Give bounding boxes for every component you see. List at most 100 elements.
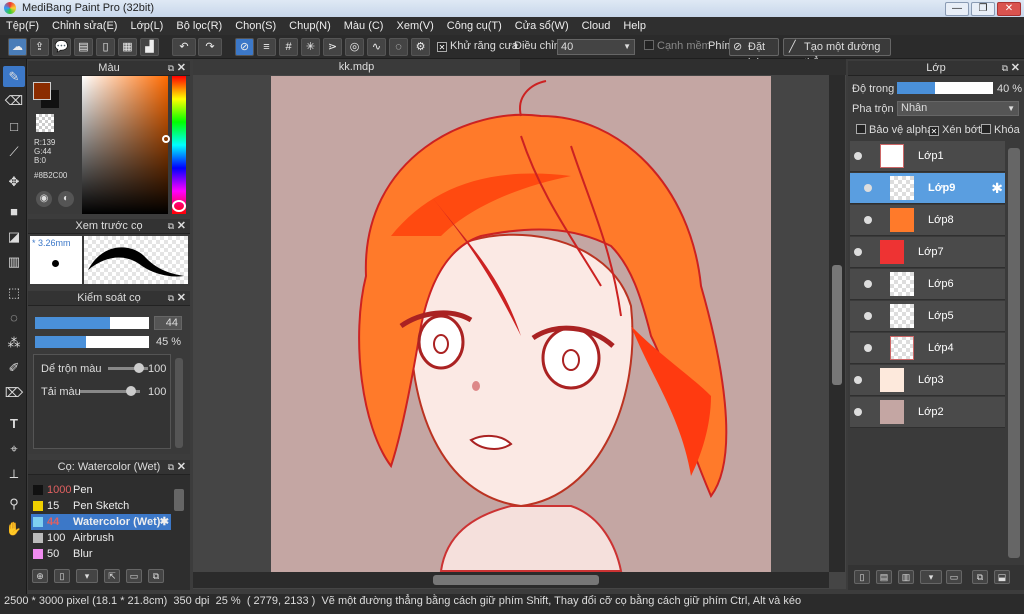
no-snap-icon[interactable]: ⊘ [235, 38, 254, 56]
merge-layer-icon[interactable]: ⬓ [994, 570, 1010, 584]
visibility-eye-icon[interactable] [854, 408, 862, 416]
comment-icon[interactable]: 💬 [52, 38, 71, 56]
brush-new-icon[interactable]: ▯ [54, 569, 70, 583]
layer-folder-icon[interactable]: ▭ [946, 570, 962, 584]
popout-icon[interactable]: ⧉ [168, 291, 174, 306]
select-pen-tool-icon[interactable]: ✐ [3, 357, 25, 378]
brush-folder-icon[interactable]: ▭ [126, 569, 142, 583]
foreground-color-swatch[interactable] [33, 82, 51, 100]
close-icon[interactable]: ✕ [177, 61, 186, 76]
protect-alpha-checkbox[interactable]: Bảo vệ alpha [856, 124, 933, 136]
parallel-snap-icon[interactable]: ≡ [257, 38, 276, 56]
move-tool-icon[interactable]: ✥ [3, 171, 25, 192]
canvas-area[interactable] [193, 59, 846, 589]
visibility-eye-icon[interactable] [854, 152, 862, 160]
popout-icon[interactable]: ⧉ [168, 460, 174, 475]
layer-row[interactable]: Lớp6 [850, 269, 1005, 300]
select-rect-tool-icon[interactable]: ⬚ [3, 282, 25, 303]
operation-tool-icon[interactable]: ⌖ [3, 438, 25, 459]
ellipse-snap-icon[interactable]: ◌ [389, 38, 408, 56]
adjust-dropdown[interactable]: 40 ▼ [557, 39, 635, 55]
horizontal-scrollbar[interactable] [193, 572, 829, 588]
visibility-eye-icon[interactable] [854, 376, 862, 384]
grid-snap-icon[interactable]: # [279, 38, 298, 56]
brush-settings-icon[interactable]: ✱ [160, 514, 169, 530]
visibility-eye-icon[interactable] [864, 216, 872, 224]
transparent-color-swatch[interactable] [36, 114, 54, 132]
reset-button[interactable]: ⊘Đặt lại [729, 38, 779, 69]
layer-list-scrollbar[interactable] [1008, 148, 1020, 558]
saturation-value-picker[interactable] [82, 76, 170, 214]
brush-export-icon[interactable]: ⇱ [104, 569, 120, 583]
menu-cloud[interactable]: Cloud [582, 17, 611, 35]
brush-list-item[interactable]: 1000 Pen [31, 482, 171, 498]
menu-color[interactable]: Màu (C) [344, 17, 384, 35]
new-8bit-layer-icon[interactable]: ▥ [898, 570, 914, 584]
menu-edit[interactable]: Chỉnh sửa(E) [52, 17, 117, 35]
menu-help[interactable]: Help [623, 17, 646, 35]
antialias-checkbox[interactable]: ✕ Khử răng cưa [437, 40, 518, 52]
menu-file[interactable]: Tệp(F) [6, 17, 39, 35]
layer-row[interactable]: Lớp9 ✱ [850, 173, 1005, 204]
drawing-canvas[interactable] [271, 76, 771, 572]
menu-layer[interactable]: Lớp(L) [130, 17, 163, 35]
circle-snap-icon[interactable]: ◎ [345, 38, 364, 56]
hue-slider[interactable] [172, 76, 186, 214]
chat-icon[interactable]: ▤ [74, 38, 93, 56]
close-icon[interactable]: ✕ [177, 219, 186, 234]
color-mix-icon[interactable]: ◐ [58, 191, 74, 207]
layer-row[interactable]: Lớp5 [850, 301, 1005, 332]
layer-row[interactable]: Lớp7 [850, 237, 1005, 268]
share-icon[interactable]: ⇪ [30, 38, 49, 56]
layer-row[interactable]: Lớp4 [850, 333, 1005, 364]
brush-list-item[interactable]: 50 Blur [31, 546, 171, 562]
redo-icon[interactable]: ↷ [198, 38, 222, 56]
fill-rect-tool-icon[interactable]: ■ [3, 201, 25, 222]
close-icon[interactable]: ✕ [177, 460, 186, 475]
radial-snap-icon[interactable]: ✳ [301, 38, 320, 56]
brush-opacity-slider[interactable] [35, 336, 149, 348]
visibility-eye-icon[interactable] [854, 248, 862, 256]
curve-snap-icon[interactable]: ∿ [367, 38, 386, 56]
menu-snap[interactable]: Chụp(N) [289, 17, 331, 35]
brush-control-scrollbar[interactable] [175, 358, 183, 448]
clipping-checkbox[interactable]: ✕ Xén bớt [929, 124, 981, 136]
brush-list-item[interactable]: 15 Pen Sketch [31, 498, 171, 514]
straight-line-button[interactable]: ╱Tạo một đường thẳng [783, 38, 891, 69]
brush-list-scrollbar[interactable] [174, 489, 184, 511]
maximize-button[interactable]: ❐ [971, 2, 995, 16]
layer-row[interactable]: Lớp1 [850, 141, 1005, 172]
gradient-tool-icon[interactable]: ▥ [3, 251, 25, 272]
eyedropper-tool-icon[interactable]: ⚲ [3, 493, 25, 514]
layer-row[interactable]: Lớp8 [850, 205, 1005, 236]
pages-icon[interactable]: ▦ [118, 38, 137, 56]
undo-icon[interactable]: ↶ [172, 38, 196, 56]
brush-menu-icon[interactable]: ▾ [76, 569, 98, 583]
vertical-scroll-thumb[interactable] [832, 265, 842, 385]
magic-wand-tool-icon[interactable]: ⁂ [3, 332, 25, 353]
page-icon[interactable]: ▯ [96, 38, 115, 56]
document-tab[interactable]: kk.mdp [193, 59, 520, 75]
close-button[interactable]: ✕ [997, 2, 1021, 16]
brush-copy-icon[interactable]: ⧉ [148, 569, 164, 583]
layer-settings-icon[interactable]: ✱ [991, 180, 1003, 197]
vertical-scrollbar[interactable] [829, 75, 845, 572]
close-icon[interactable]: ✕ [177, 291, 186, 306]
layer-row[interactable]: Lớp3 [850, 365, 1005, 396]
rect-tool-icon[interactable]: □ [3, 116, 25, 137]
perspective-snap-icon[interactable]: ⋗ [323, 38, 342, 56]
popout-icon[interactable]: ⧉ [168, 219, 174, 234]
menu-view[interactable]: Xem(V) [396, 17, 433, 35]
brush-list-item[interactable]: 44 Watercolor (Wet) ✱ [31, 514, 171, 530]
horizontal-scroll-thumb[interactable] [433, 575, 599, 585]
mix-slider-thumb[interactable] [134, 363, 144, 373]
amount-slider[interactable] [80, 386, 140, 396]
bucket-tool-icon[interactable]: ◪ [3, 226, 25, 247]
eraser-tool-icon[interactable]: ⌫ [3, 90, 25, 111]
tile-icon[interactable]: ▟ [140, 38, 159, 56]
brush-list-item[interactable]: 100 Airbrush [31, 530, 171, 546]
layer-row[interactable]: Lớp2 [850, 397, 1005, 428]
visibility-eye-icon[interactable] [864, 280, 872, 288]
popout-icon[interactable]: ⧉ [168, 61, 174, 76]
divide-tool-icon[interactable]: ⟂ [3, 463, 25, 484]
